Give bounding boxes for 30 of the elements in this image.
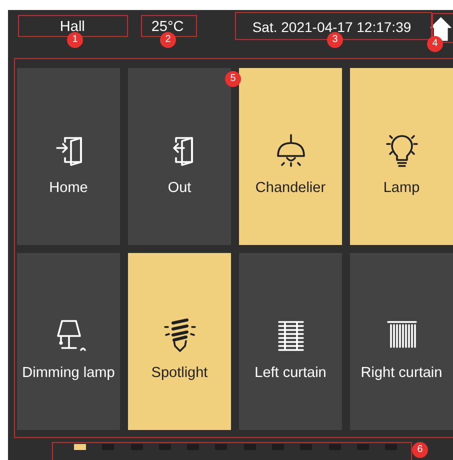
page-indicator[interactable]: [385, 444, 398, 450]
page-indicator[interactable]: [74, 444, 86, 450]
callout-number: 2: [160, 32, 176, 48]
page-indicator[interactable]: [102, 444, 114, 450]
page-indicator[interactable]: [300, 444, 312, 450]
callout-number: 4: [427, 36, 443, 52]
light-bulb-icon: [384, 132, 420, 168]
device-tile[interactable]: Left curtain: [239, 253, 342, 430]
device-tile[interactable]: Right curtain: [350, 253, 453, 430]
callout-number: 1: [67, 32, 83, 48]
page-indicator[interactable]: [130, 444, 143, 450]
page-indicator[interactable]: [158, 444, 171, 450]
device-tile[interactable]: Dimming lamp: [17, 253, 120, 430]
device-tile[interactable]: Home: [17, 68, 120, 245]
page-indicator[interactable]: [187, 444, 200, 450]
page-indicator[interactable]: [272, 444, 284, 450]
page-indicator[interactable]: [215, 444, 228, 450]
page-indicator[interactable]: [356, 444, 369, 450]
callout-number: 3: [327, 32, 343, 48]
device-tile[interactable]: Chandelier: [239, 68, 342, 245]
temperature: 25°C: [151, 19, 184, 35]
callout-number: 6: [412, 442, 428, 458]
device-tile[interactable]: Lamp: [350, 68, 453, 245]
device-tile[interactable]: Spotlight: [128, 253, 231, 430]
spiral-bulb-icon: [162, 317, 198, 353]
page-indicator[interactable]: [328, 444, 341, 450]
page-indicator[interactable]: [244, 444, 256, 450]
device-tile[interactable]: Out: [128, 68, 231, 245]
date-time: Sat. 2021-04-17 12:17:39: [252, 19, 412, 35]
room-name: Hall: [60, 19, 85, 35]
